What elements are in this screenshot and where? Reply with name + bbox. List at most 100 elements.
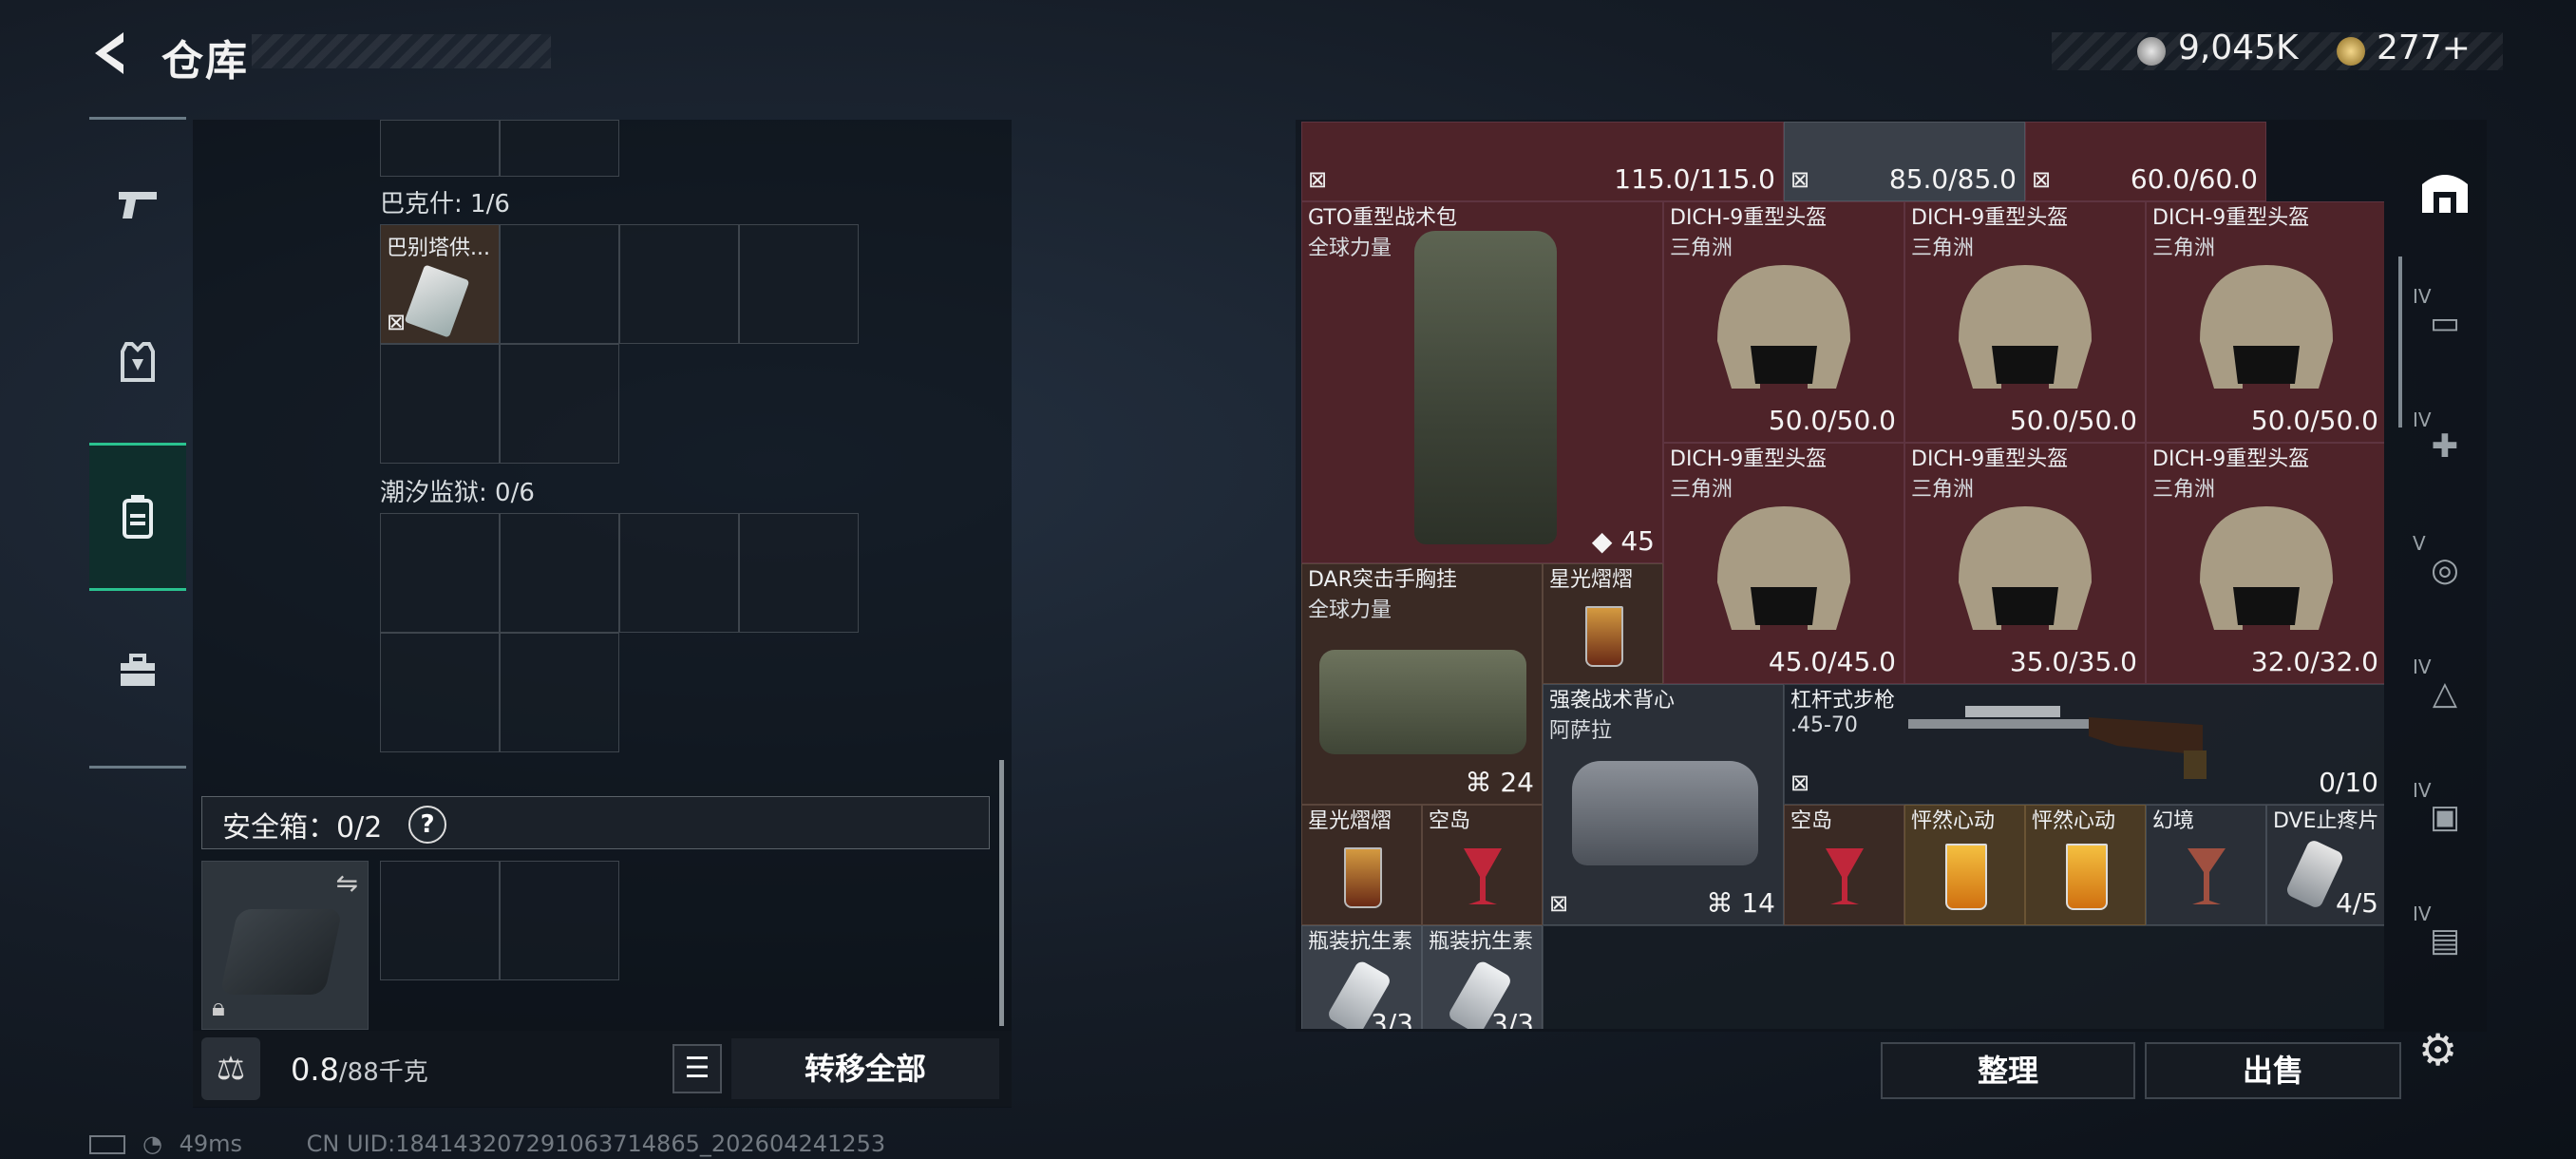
stash-item[interactable]: ⊠ 85.0/85.0	[1784, 122, 2025, 201]
slot[interactable]	[500, 224, 619, 344]
slot[interactable]	[380, 513, 500, 633]
slot[interactable]	[380, 861, 500, 980]
gold-amount[interactable]: 277+	[2377, 28, 2471, 67]
item-name: DICH-9重型头盔	[1911, 206, 2069, 230]
helmet-image	[1717, 265, 1850, 390]
stash-item-drink[interactable]: 怦然心动	[1904, 805, 2025, 925]
capacity-icon: ⌘	[1465, 767, 1501, 798]
slot[interactable]	[739, 513, 859, 633]
stash-item-drink[interactable]: 幻境	[2146, 805, 2266, 925]
list-icon: ☰	[684, 1052, 710, 1085]
item-name: DICH-9重型头盔	[1670, 206, 1828, 230]
stash-item-drink[interactable]: 空岛	[1422, 805, 1543, 925]
durability: 35.0/35.0	[2009, 646, 2137, 677]
stash-item-painkiller[interactable]: DVE止疼片 4/5	[2266, 805, 2384, 925]
safebox-slot[interactable]: ⇋ 🔒︎	[201, 861, 369, 1030]
item-name: DICH-9重型头盔	[1670, 447, 1828, 471]
durability: 85.0/85.0	[1888, 163, 2017, 195]
tab-level: IV	[2413, 285, 2432, 308]
tab-level-4[interactable]: IV ✚	[2411, 408, 2479, 484]
stash-item-helmet[interactable]: DICH-9重型头盔 三角洲 50.0/50.0	[2146, 201, 2384, 443]
item-slot[interactable]: 巴别塔供... ⊠	[380, 224, 500, 344]
stash-item-helmet[interactable]: DICH-9重型头盔 三角洲 50.0/50.0	[1663, 201, 1904, 443]
ping: 49ms	[179, 1130, 243, 1157]
stash-item-helmet[interactable]: DICH-9重型头盔 三角洲 50.0/50.0	[1904, 201, 2146, 443]
stash-item-antibiotic[interactable]: 瓶装抗生素 3/3	[1301, 925, 1422, 1029]
uses: 3/3	[1490, 1008, 1534, 1029]
slot[interactable]	[500, 120, 619, 177]
stash-item-drink[interactable]: 星光熠熠	[1301, 805, 1422, 925]
slot[interactable]	[739, 224, 859, 344]
tab-level-4[interactable]: IV ▤	[2411, 902, 2479, 978]
capacity-icon: ◆	[1591, 525, 1621, 557]
stash-item-helmet[interactable]: DICH-9重型头盔 三角洲 35.0/35.0	[1904, 443, 2146, 684]
capacity: ⌘ 14	[1706, 887, 1775, 919]
stash-item-chest-rig[interactable]: DAR突击手胸挂 全球力量 ⌘ 24	[1301, 563, 1543, 805]
capacity: ⌘ 24	[1465, 767, 1534, 798]
capacity: ◆ 45	[1592, 525, 1655, 557]
tab-level-4[interactable]: IV ▣	[2411, 779, 2479, 855]
stash-item[interactable]: ⊠ 60.0/60.0	[2025, 122, 2266, 201]
tab-level: IV	[2413, 902, 2432, 925]
slot[interactable]	[619, 513, 739, 633]
section-label-tidal-prison: 潮汐监狱: 0/6	[380, 479, 535, 507]
tab-level-5[interactable]: V ◎	[2411, 532, 2479, 608]
sell-button[interactable]: 出售	[2145, 1042, 2401, 1099]
durability: 60.0/60.0	[2130, 163, 2258, 195]
nav-weapons[interactable]	[89, 134, 186, 276]
gear-icon[interactable]: ⚙	[2418, 1024, 2457, 1075]
slot[interactable]	[500, 633, 619, 752]
slot[interactable]	[500, 344, 619, 464]
stash-scrollbar[interactable]	[2398, 256, 2402, 428]
tab-level: IV	[2413, 656, 2432, 678]
section-label-bakesh: 巴克什: 1/6	[380, 190, 510, 218]
stash-item-vest[interactable]: 强袭战术背心 阿萨拉 ⊠ ⌘ 14	[1543, 684, 1784, 925]
capacity-value: 45	[1620, 525, 1655, 557]
uid: CN UID:1841432072910637148​65_2026042412…	[306, 1130, 886, 1157]
capacity-value: 14	[1741, 887, 1775, 919]
stash-item-drink[interactable]: 怦然心动	[2025, 805, 2146, 925]
empty-slots[interactable]	[1543, 925, 2384, 1029]
cocktail-image	[2188, 848, 2226, 904]
scan-icon: ◎	[2431, 551, 2459, 589]
no-insure-icon: ⊠	[1549, 890, 1569, 917]
left-scrollbar[interactable]	[999, 760, 1004, 1026]
nav-tools[interactable]	[89, 599, 186, 742]
item-caliber: .45-70	[1790, 713, 1858, 737]
slot[interactable]	[619, 224, 739, 344]
stash-item-drink[interactable]: 星光熠熠	[1543, 563, 1663, 684]
stash-item-backpack[interactable]: GTO重型战术包 全球力量 ◆ 45	[1301, 201, 1663, 563]
slot[interactable]	[500, 861, 619, 980]
help-button[interactable]: ?	[408, 806, 446, 844]
stash-item-helmet[interactable]: DICH-9重型头盔 三角洲 45.0/45.0	[1663, 443, 1904, 684]
stash-item-drink[interactable]: 空岛	[1784, 805, 1904, 925]
silver-amount: 9,045K	[2178, 28, 2299, 67]
slot[interactable]	[380, 120, 500, 177]
stash-item-helmet[interactable]: DICH-9重型头盔 三角洲 32.0/32.0	[2146, 443, 2384, 684]
drink-image	[2066, 844, 2108, 910]
slot[interactable]	[500, 513, 619, 633]
slot[interactable]	[380, 633, 500, 752]
list-view-button[interactable]: ☰	[672, 1044, 722, 1093]
tab-level-4[interactable]: IV △	[2411, 656, 2479, 732]
item-name: 瓶装抗生素	[1429, 930, 1534, 954]
stash-item[interactable]: ⊠ 115.0/115.0	[1301, 122, 1784, 201]
weight-readout: 0.8/88千克	[291, 1052, 428, 1088]
swap-icon[interactable]: ⇋	[336, 867, 358, 899]
nav-armor[interactable]	[89, 291, 186, 433]
stash-item-rifle[interactable]: 杠杆式步枪 .45-70 ⊠ 0/10	[1784, 684, 2384, 805]
slot[interactable]	[380, 344, 500, 464]
capacity-value: 24	[1500, 767, 1534, 798]
sort-button[interactable]: 整理	[1881, 1042, 2135, 1099]
tab-all[interactable]	[2411, 152, 2479, 228]
stash-item-antibiotic[interactable]: 瓶装抗生素 3/3	[1422, 925, 1543, 1029]
back-button[interactable]	[85, 27, 139, 80]
tab-level-4[interactable]: IV ▭	[2411, 285, 2479, 361]
nav-backpack[interactable]	[89, 443, 186, 591]
armor-icon	[121, 342, 155, 382]
transfer-all-button[interactable]: 转移全部	[731, 1038, 999, 1099]
weight-unit: /88千克	[338, 1058, 428, 1087]
item-name: 幻境	[2152, 809, 2195, 833]
item-faction: 阿萨拉	[1549, 719, 1613, 743]
item-name: 星光熠熠	[1549, 568, 1634, 592]
